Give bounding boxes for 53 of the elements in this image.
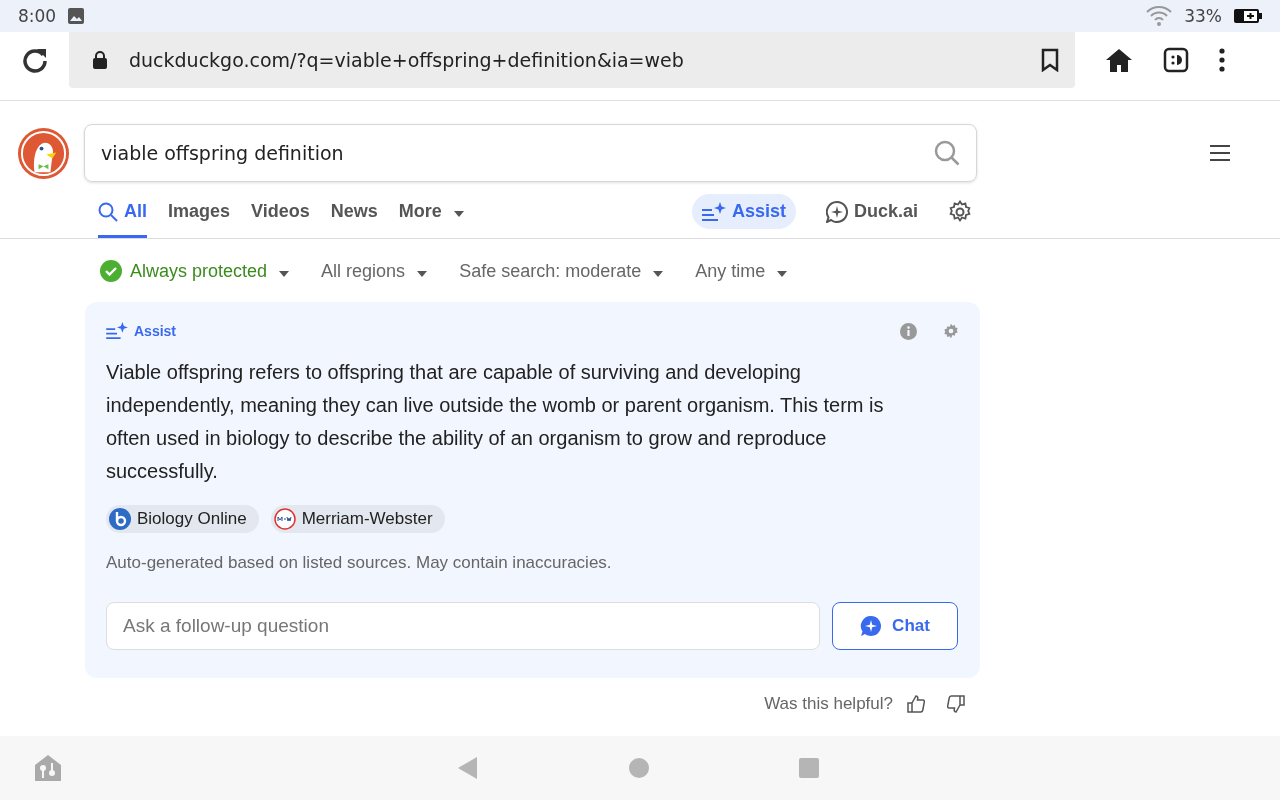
chat-bubble-icon <box>860 615 883 637</box>
lock-icon <box>93 51 107 69</box>
duck-logo[interactable] <box>17 126 70 180</box>
menu-icon[interactable] <box>1210 145 1230 161</box>
filter-dropdown[interactable]: Always protected <box>100 260 290 282</box>
caret-icon <box>453 211 464 217</box>
assist-title: Assist <box>134 323 177 339</box>
feedback-question: Was this helpful? <box>764 694 893 714</box>
wifi-icon <box>1146 6 1173 26</box>
sparkle-list-icon <box>106 322 128 340</box>
tab[interactable]: Videos <box>251 185 310 238</box>
address-bar[interactable]: duckduckgo.com/?q=viable+offspring+definition&ia=web <box>69 32 1075 88</box>
check-circle-icon <box>100 260 122 282</box>
answer-text: Viable offspring refers to offspring that are capable of surviving and developing independently, meaning they can live outside the womb or parent organism. This term is often used in biology to describe the ability of an organism to grow and reproduce successfully. <box>106 360 885 484</box>
reload-icon[interactable] <box>20 46 49 74</box>
filter-dropdown[interactable]: Safe search: moderate <box>459 260 664 282</box>
tab-switcher-icon[interactable] <box>1163 47 1189 73</box>
url-text: duckduckgo.com/?q=viable+offspring+definition&ia=web <box>129 49 685 71</box>
bookmark-icon[interactable] <box>1041 48 1059 72</box>
battery-percent: 33% <box>1184 6 1222 26</box>
tab[interactable]: Images <box>168 185 231 238</box>
chat-bubble-icon <box>825 200 848 223</box>
caret-icon <box>777 270 788 277</box>
source-logo-icon <box>109 508 131 530</box>
caret-icon <box>279 270 290 277</box>
chat-button[interactable]: Chat <box>832 602 958 650</box>
thumbs-down-icon[interactable] <box>947 695 965 713</box>
source-chip[interactable]: Merriam-Webster <box>270 505 445 533</box>
chat-link[interactable]: Duck.ai <box>815 193 928 230</box>
thumbs-up-icon[interactable] <box>907 695 925 713</box>
search-icon <box>98 201 118 222</box>
source-chip[interactable]: Biology Online <box>106 505 259 533</box>
filter-dropdown[interactable]: Any time <box>695 260 788 282</box>
disclaimer-text: Auto-generated based on listed sources. May contain inaccuracies. <box>106 553 613 573</box>
battery-icon <box>1234 9 1262 23</box>
home-icon[interactable] <box>1105 48 1133 72</box>
image-icon <box>68 8 85 24</box>
clock: 8:00 <box>18 6 57 26</box>
filter-dropdown[interactable]: All regions <box>321 260 428 282</box>
info-icon[interactable] <box>900 322 917 340</box>
search-field[interactable]: viable offspring definition <box>84 124 977 182</box>
caret-icon <box>417 270 428 277</box>
follow-up-field[interactable]: Ask a follow-up question <box>106 602 820 650</box>
assist-button[interactable]: Assist <box>691 194 796 229</box>
search-icon[interactable] <box>934 140 960 166</box>
tab[interactable]: All <box>98 185 147 238</box>
tab[interactable]: More <box>398 185 464 238</box>
tab[interactable]: News <box>330 185 378 238</box>
settings-icon[interactable] <box>948 199 972 224</box>
source-logo-icon <box>273 508 296 530</box>
caret-icon <box>653 270 664 277</box>
sparkle-list-icon <box>701 201 726 222</box>
more-options-icon[interactable] <box>1219 48 1225 72</box>
